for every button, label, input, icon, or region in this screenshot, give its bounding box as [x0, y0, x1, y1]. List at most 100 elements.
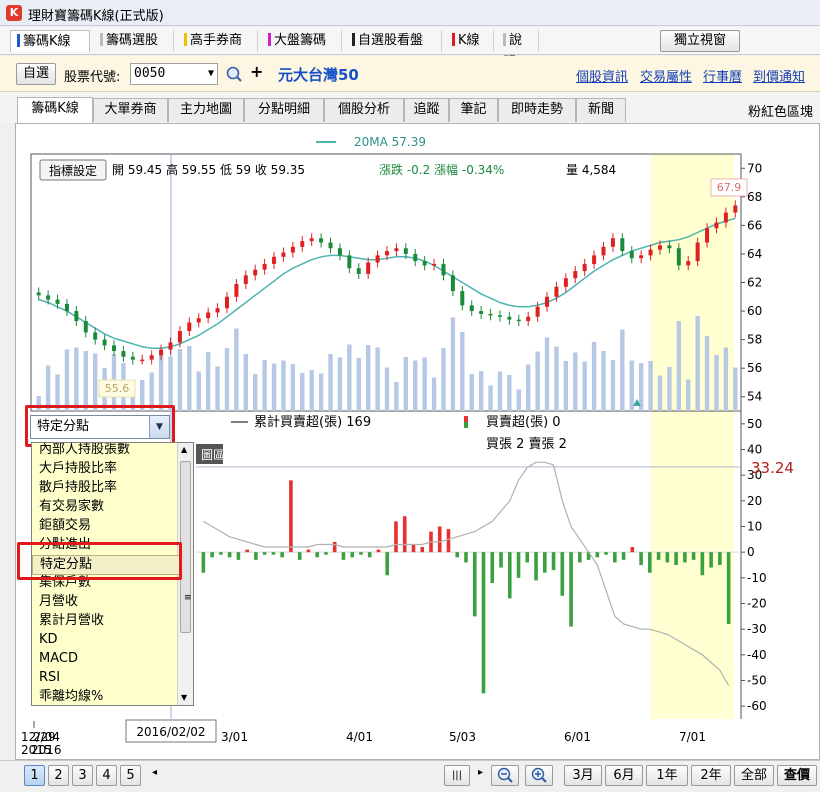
- dropdown-item[interactable]: KD: [39, 631, 58, 649]
- search-icon[interactable]: [224, 63, 244, 85]
- page-button[interactable]: 3: [72, 765, 93, 786]
- volume-bar: [488, 385, 493, 411]
- page-button[interactable]: 2: [48, 765, 69, 786]
- cumulative-line: [203, 461, 730, 686]
- scroll-left-icon[interactable]: ◂: [152, 767, 157, 778]
- dropdown-item[interactable]: MACD: [39, 650, 78, 668]
- range-button[interactable]: 全部: [734, 765, 774, 786]
- sub-tab-7[interactable]: 即時走勢: [498, 98, 576, 122]
- top-tab-0[interactable]: 籌碼K線: [10, 30, 90, 52]
- net-bar: [359, 552, 363, 555]
- sub-tab-8[interactable]: 新聞: [576, 98, 626, 122]
- volume-readout: 量 4,584: [566, 163, 616, 177]
- candle-body: [394, 248, 399, 252]
- page-button[interactable]: 5: [120, 765, 141, 786]
- net-tick-label: -20: [747, 597, 767, 611]
- candle-body: [55, 299, 60, 304]
- page-button[interactable]: 1: [24, 765, 45, 786]
- net-bar: [437, 526, 442, 553]
- dropdown-item[interactable]: 集保戶數: [39, 574, 91, 592]
- dropdown-item[interactable]: 累計月營收: [39, 612, 104, 630]
- price-alert-link[interactable]: 到價通知: [753, 66, 805, 85]
- volume-bar: [149, 372, 154, 411]
- top-tab-3[interactable]: 大盤籌碼: [262, 30, 342, 52]
- volume-bar: [450, 317, 456, 411]
- detach-window-button[interactable]: 獨立視窗: [660, 30, 740, 52]
- net-bar: [385, 552, 390, 576]
- volume-bar: [36, 396, 41, 411]
- add-icon[interactable]: +: [250, 62, 263, 81]
- top-tab-5[interactable]: K線: [446, 30, 494, 52]
- volume-bar: [234, 328, 239, 411]
- range-button[interactable]: 6月: [605, 765, 643, 786]
- volume-bar: [629, 360, 634, 411]
- volume-bar: [384, 367, 390, 411]
- chevron-down-icon[interactable]: ▼: [149, 416, 169, 438]
- indicator-dropdown-list[interactable]: ▲ ≡ ▼ 內部人持股張數 大戶持股比率 散戶持股比率 有交易家數 鉅額交易 分點進出 特定…: [31, 442, 194, 706]
- watchlist-button[interactable]: 自選: [16, 63, 56, 85]
- range-button[interactable]: 2年: [691, 765, 731, 786]
- trade-attribute-link[interactable]: 交易屬性: [640, 66, 692, 85]
- candle-body: [187, 322, 192, 332]
- price-tick-label: 56: [747, 361, 762, 375]
- sub-tab-0[interactable]: 籌碼K線: [17, 97, 93, 123]
- zoom-out-icon[interactable]: [491, 765, 519, 786]
- dropdown-item[interactable]: 散戶持股比率: [39, 479, 117, 497]
- top-tab-4[interactable]: 自選股看盤: [346, 30, 442, 52]
- net-bar: [324, 552, 328, 555]
- net-tick-label: 50: [747, 417, 762, 431]
- top-tab-6[interactable]: 說明: [497, 30, 539, 70]
- scroll-right-icon[interactable]: ▸: [478, 767, 483, 778]
- sub-tab-4[interactable]: 個股分析: [324, 98, 404, 122]
- title-bar: K 理財寶籌碼K線(正式版): [0, 0, 820, 26]
- net-bar: [726, 552, 731, 625]
- candle-body: [432, 263, 437, 266]
- stock-code-input[interactable]: 0050 ▼: [130, 63, 218, 85]
- zoom-in-icon[interactable]: [525, 765, 553, 786]
- net-bar: [578, 552, 582, 563]
- top-tab-2[interactable]: 高手券商: [178, 30, 258, 52]
- dropdown-item[interactable]: 月營收: [39, 593, 78, 611]
- sub-tab-2[interactable]: 主力地圖: [168, 98, 244, 122]
- net-bar: [551, 552, 556, 571]
- volume-bar: [83, 351, 88, 411]
- page-button[interactable]: 4: [96, 765, 117, 786]
- dropdown-item[interactable]: RSI: [39, 669, 60, 687]
- dropdown-item[interactable]: 有交易家數: [39, 498, 104, 516]
- candle-body: [535, 306, 540, 317]
- top-tab-1[interactable]: 籌碼選股: [94, 30, 174, 52]
- dropdown-item[interactable]: 鉅額交易: [39, 517, 91, 535]
- stock-info-link[interactable]: 個股資訊: [576, 66, 628, 85]
- dropdown-item[interactable]: 內部人持股張數: [39, 443, 130, 459]
- scrollbar-grip-icon[interactable]: |||: [444, 765, 470, 786]
- scroll-up-icon[interactable]: ▲: [181, 445, 187, 454]
- net-bar: [341, 552, 346, 560]
- area-label: 粉紅色區塊: [748, 105, 814, 120]
- volume-bar: [318, 373, 324, 411]
- dropdown-item[interactable]: 乖離均線%: [39, 688, 103, 705]
- dropdown-item[interactable]: 大戶持股比率: [39, 460, 117, 478]
- scroll-down-icon[interactable]: ▼: [181, 693, 187, 702]
- net-legend-swatch-down: [464, 422, 468, 428]
- candle-body: [309, 238, 314, 242]
- candle-body: [705, 228, 710, 243]
- net-bar: [665, 552, 670, 563]
- dropdown-item[interactable]: 分點進出: [39, 536, 91, 554]
- sub-tab-1[interactable]: 大單券商: [93, 98, 168, 122]
- sub-tab-5[interactable]: 追蹤: [404, 98, 449, 122]
- chevron-down-icon[interactable]: ▼: [208, 64, 214, 84]
- net-bar: [464, 552, 468, 563]
- volume-bar: [723, 347, 729, 411]
- volume-bar: [196, 371, 201, 411]
- volume-bar: [309, 370, 314, 411]
- query-price-button[interactable]: 查價: [777, 765, 817, 786]
- candle-body: [469, 305, 474, 312]
- sub-tab-3[interactable]: 分點明細: [244, 98, 324, 122]
- range-button[interactable]: 3月: [564, 765, 602, 786]
- dropdown-item[interactable]: 特定分點: [32, 555, 182, 575]
- scroll-thumb[interactable]: [180, 461, 191, 633]
- range-button[interactable]: 1年: [646, 765, 688, 786]
- calendar-link[interactable]: 行事曆: [703, 66, 742, 85]
- indicator-select[interactable]: 特定分點 ▼: [30, 415, 170, 439]
- sub-tab-6[interactable]: 筆記: [449, 98, 498, 122]
